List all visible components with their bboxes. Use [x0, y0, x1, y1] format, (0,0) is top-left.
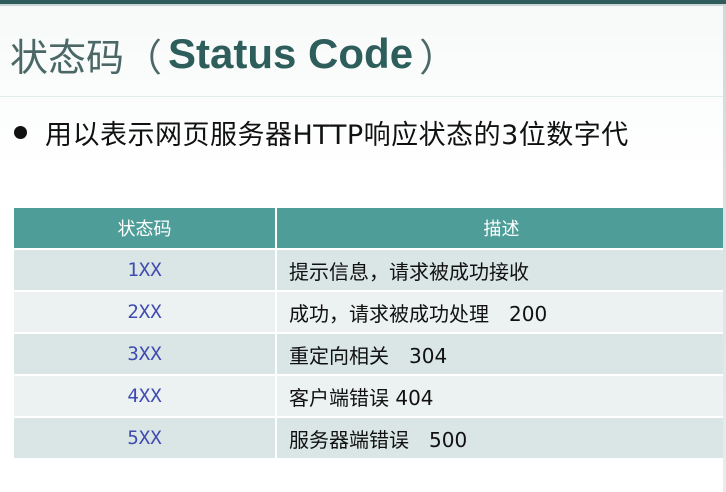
description-cell: 提示信息，请求被成功接收	[275, 249, 726, 292]
status-code-cell: 2XX	[14, 291, 276, 334]
description-cell: 重定向相关 304	[275, 333, 726, 376]
header-status-code: 状态码	[14, 208, 276, 250]
header-description: 描述	[275, 208, 726, 250]
top-accent-bar	[0, 0, 726, 6]
title-open-paren: （	[124, 35, 163, 80]
description-cell: 服务器端错误 500	[275, 417, 726, 460]
status-code-cell: 5XX	[14, 417, 276, 460]
table-row: 5XX 服务器端错误 500	[14, 417, 726, 460]
bullet-text: 用以表示网页服务器HTTP响应状态的3位数字代	[45, 119, 629, 151]
title-english: Status Code	[168, 30, 414, 77]
table-row: 4XX 客户端错误 404	[14, 375, 726, 418]
title-divider	[0, 96, 726, 97]
status-code-cell: 1XX	[14, 249, 276, 292]
bullet-dot-icon	[14, 125, 27, 139]
title-chinese: 状态码	[10, 35, 125, 80]
slide-title: 状态码 （ Status Code ）	[10, 22, 457, 86]
bullet-item: 用以表示网页服务器HTTP响应状态的3位数字代	[14, 112, 726, 152]
description-cell: 客户端错误 404	[275, 375, 726, 418]
title-close-paren: ）	[419, 35, 458, 80]
status-code-table: 状态码 描述 1XX 提示信息，请求被成功接收 2XX 成功，请求被成功处理 2…	[14, 208, 726, 460]
table-row: 1XX 提示信息，请求被成功接收	[14, 249, 726, 292]
status-code-cell: 4XX	[14, 375, 276, 418]
status-code-cell: 3XX	[14, 333, 276, 376]
table-row: 2XX 成功，请求被成功处理 200	[14, 291, 726, 334]
table-header-row: 状态码 描述	[14, 208, 726, 250]
description-cell: 成功，请求被成功处理 200	[275, 291, 726, 334]
table-row: 3XX 重定向相关 304	[14, 333, 726, 376]
